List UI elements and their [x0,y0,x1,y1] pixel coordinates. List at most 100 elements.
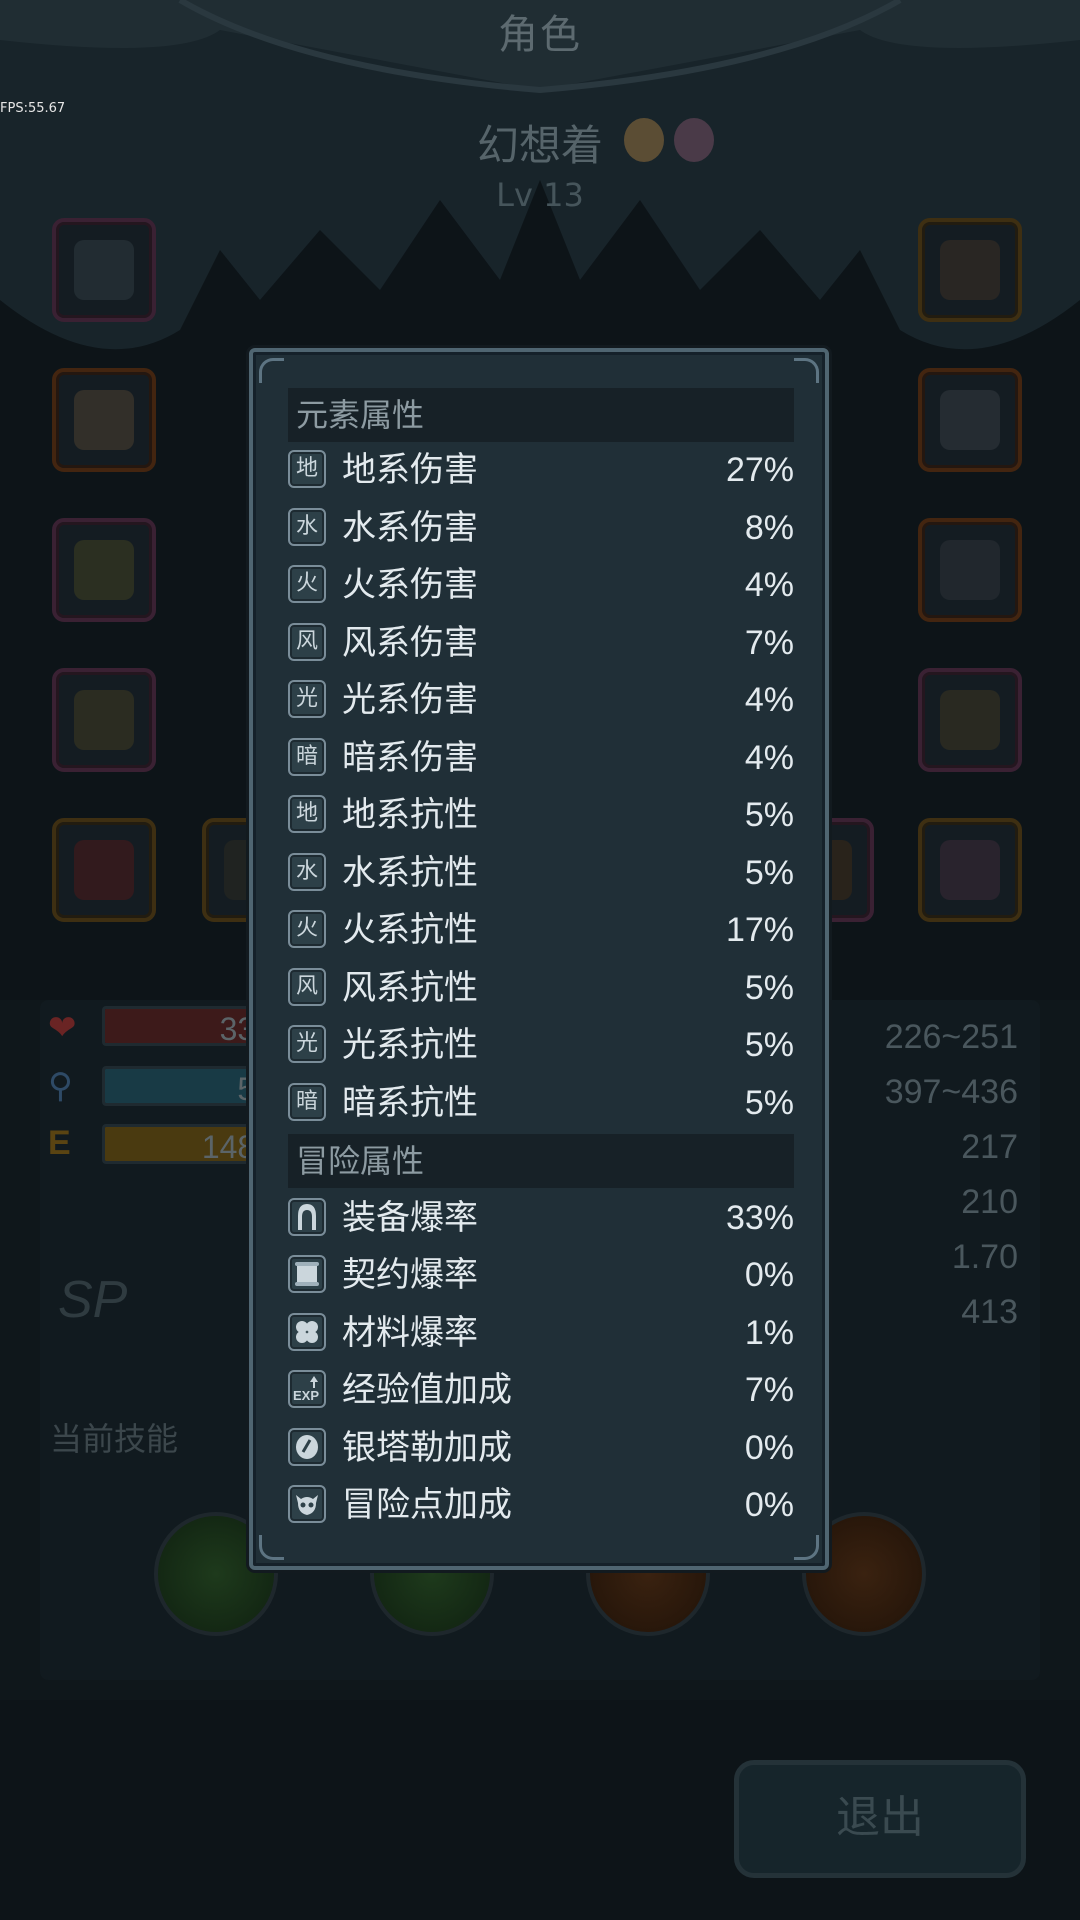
fire-icon: 火 [288,910,326,948]
elemental-row: 水 水系伤害 8% [288,506,794,550]
water-icon: 水 [288,508,326,546]
elemental-row: 风 风系伤害 7% [288,621,794,665]
boots-slot[interactable] [52,518,156,622]
elemental-row: 火 火系抗性 17% [288,908,794,952]
attr-value: 33% [725,1199,794,1237]
stat-value: 1.70 [951,1238,1018,1276]
necklace-slot[interactable] [918,668,1022,772]
attr-label: 风系伤害 [342,623,478,663]
necklace-icon [940,690,1000,750]
attr-label: 契约爆率 [342,1255,478,1295]
mana-icon: ⚲ [48,1066,73,1106]
attr-value: 5% [744,1026,794,1064]
earth-icon: 地 [288,450,326,488]
coin-icon [288,1428,326,1466]
attr-label: 水系抗性 [342,853,478,893]
attr-value: 0% [744,1429,794,1467]
elemental-row: 光 光系伤害 4% [288,678,794,722]
attr-label: 地系伤害 [342,450,478,490]
attr-label: 火系抗性 [342,910,478,950]
light-icon: 光 [288,1025,326,1063]
character-name: 幻想着 [476,121,603,170]
attr-label: 材料爆率 [342,1313,478,1353]
elemental-row: 风 风系抗性 5% [288,966,794,1010]
stat-value: 217 [961,1128,1018,1166]
elemental-section-header: 元素属性 [288,388,794,442]
exp-icon: E [48,1124,71,1162]
rank-badge-icon[interactable] [624,118,664,162]
elemental-row: 光 光系抗性 5% [288,1023,794,1067]
stat-value: 397~436 [884,1073,1018,1111]
current-skills-label: 当前技能 [50,1420,179,1458]
attr-value: 7% [744,1371,794,1409]
attr-value: 5% [744,1084,794,1122]
attr-value: 17% [725,911,794,949]
page-title: 角色 [498,12,582,58]
elemental-row: 水 水系抗性 5% [288,851,794,895]
bracer-icon [74,690,134,750]
ring-slot-2[interactable] [918,518,1022,622]
amulet-slot[interactable] [918,818,1022,922]
attr-value: 5% [744,854,794,892]
scroll-icon [288,1255,326,1293]
attr-label: 冒险点加成 [342,1485,512,1525]
elemental-row: 地 地系伤害 27% [288,448,794,492]
helmet-slot[interactable] [52,218,156,322]
dark-icon: 暗 [288,1083,326,1121]
svg-text:EXP: EXP [293,1388,319,1403]
stat-value: 210 [961,1183,1018,1221]
panel-corner [794,358,819,383]
dark-icon: 暗 [288,738,326,776]
attr-value: 7% [744,624,794,662]
adventure-row: 装备爆率 33% [288,1196,794,1240]
adventure-row: EXP 经验值加成 7% [288,1368,794,1412]
panel-corner [794,1535,819,1560]
adventure-row: 契约爆率 0% [288,1253,794,1297]
exit-button[interactable]: 退出 [734,1760,1026,1878]
stat-value: 226~251 [884,1018,1018,1056]
light-icon: 光 [288,680,326,718]
stat-value: 413 [961,1293,1018,1331]
adventure-row: 材料爆率 1% [288,1311,794,1355]
attr-value: 27% [725,451,794,489]
amulet-icon [940,840,1000,900]
attr-value: 1% [744,1314,794,1352]
panel-corner [259,358,284,383]
attr-value: 8% [744,509,794,547]
ring-icon [940,390,1000,450]
cape-slot[interactable] [52,818,156,922]
rank-badge-icon[interactable] [674,118,714,162]
sp-label: SP [58,1271,128,1329]
gloves-slot[interactable] [52,668,156,772]
exp-icon: EXP [288,1370,326,1408]
ring-icon [940,540,1000,600]
attr-label: 地系抗性 [342,795,478,835]
hood-icon [74,240,134,300]
character-level: Lv 13 [496,176,584,214]
boots-icon [74,540,134,600]
elemental-row: 地 地系抗性 5% [288,793,794,837]
attr-value: 0% [744,1256,794,1294]
attr-label: 暗系抗性 [342,1083,478,1123]
attr-label: 风系抗性 [342,968,478,1008]
skull-icon [288,1485,326,1523]
weapon-slot[interactable] [918,218,1022,322]
attr-label: 火系伤害 [342,565,478,605]
armor-slot[interactable] [52,368,156,472]
adventure-row: 银塔勒加成 0% [288,1426,794,1470]
attr-value: 0% [744,1486,794,1524]
hammer-icon [940,240,1000,300]
cape-icon [74,840,134,900]
earth-icon: 地 [288,795,326,833]
attr-value: 4% [744,739,794,777]
attr-value: 5% [744,969,794,1007]
water-icon: 水 [288,853,326,891]
attr-label: 水系伤害 [342,508,478,548]
elemental-row: 暗 暗系抗性 5% [288,1081,794,1125]
attr-label: 光系伤害 [342,680,478,720]
attributes-panel: 元素属性 地 地系伤害 27% 水 水系伤害 8% 火 火系伤害 4% 风 风系… [249,348,829,1570]
attr-label: 暗系伤害 [342,738,478,778]
ring-slot[interactable] [918,368,1022,472]
hood-icon [288,1198,326,1236]
elemental-row: 火 火系伤害 4% [288,563,794,607]
